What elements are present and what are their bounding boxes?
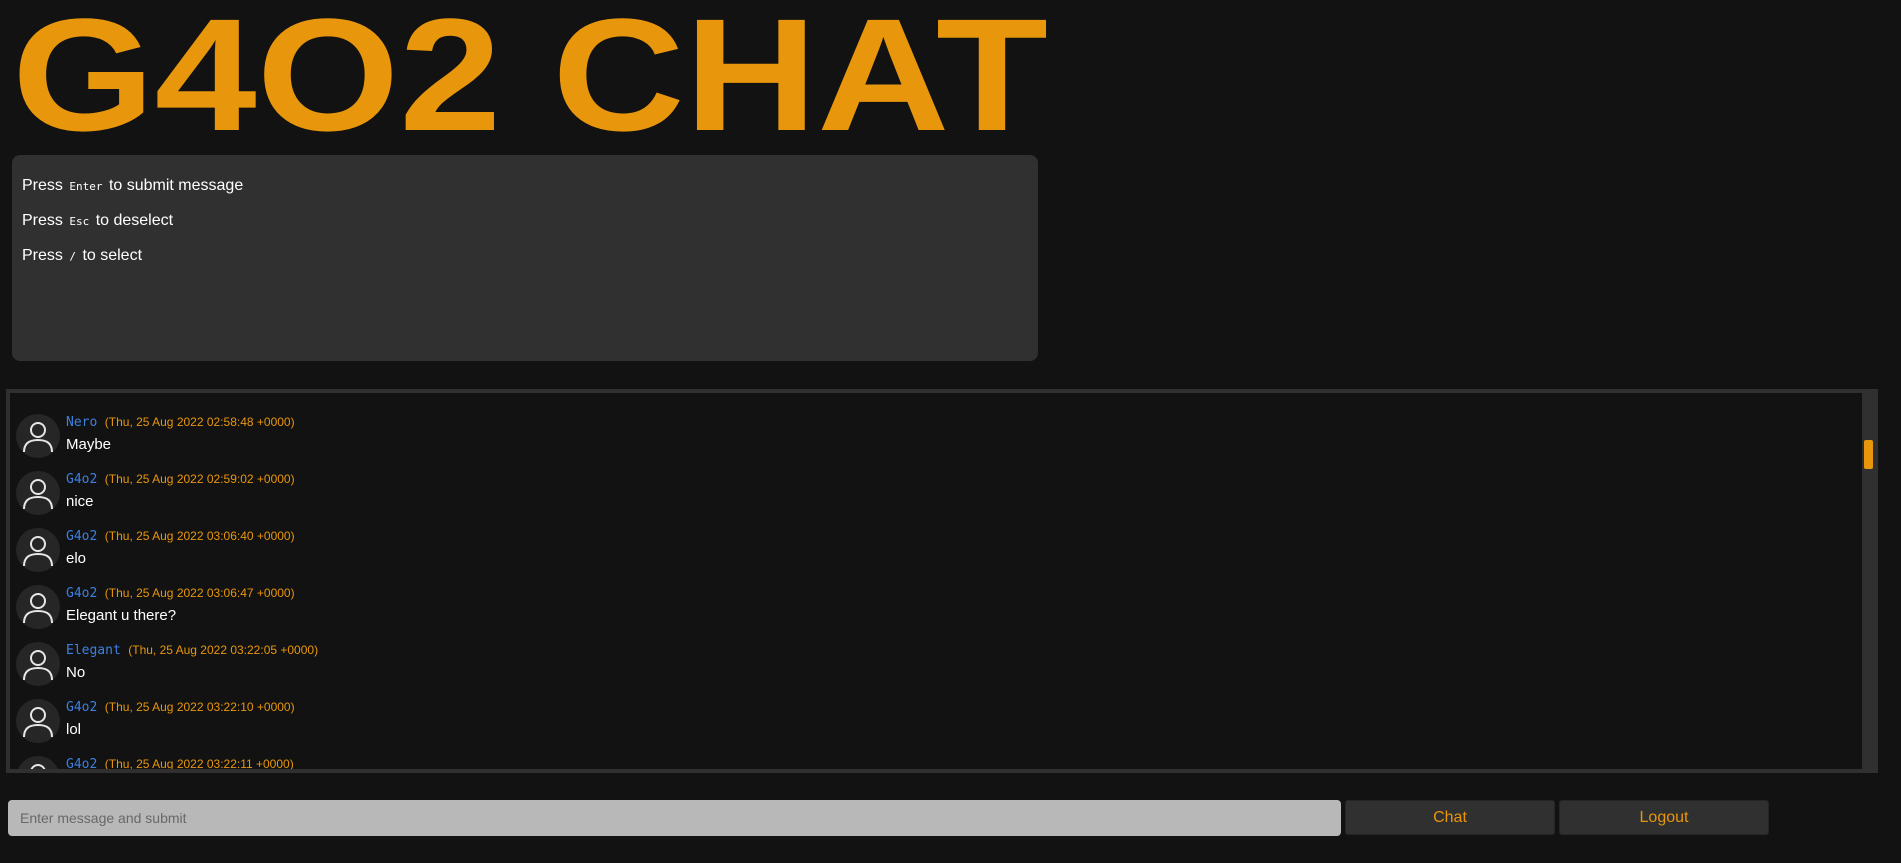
- message-username: G4o2: [66, 757, 98, 769]
- message-header: Nero (Thu, 25 Aug 2022 02:58:48 +0000): [66, 413, 295, 431]
- message-text: Elegant u there?: [66, 607, 177, 624]
- message-text: Maybe: [66, 436, 112, 453]
- message-header: G4o2 (Thu, 25 Aug 2022 03:22:11 +0000): [66, 755, 294, 769]
- user-icon: [16, 699, 60, 743]
- message-timestamp: (Thu, 25 Aug 2022 03:22:10 +0000): [104, 700, 295, 714]
- chat-message: G4o2 (Thu, 25 Aug 2022 03:22:11 +0000): [16, 745, 1862, 769]
- help-line-enter: Press Enter to submit message: [22, 177, 1028, 196]
- message-username: G4o2: [66, 472, 98, 487]
- message-timestamp: (Thu, 25 Aug 2022 03:22:11 +0000): [104, 757, 294, 769]
- message-username: G4o2: [66, 700, 98, 715]
- key-enter: Enter: [69, 180, 103, 193]
- message-timestamp: (Thu, 25 Aug 2022 02:59:02 +0000): [104, 472, 295, 486]
- message-header: G4o2 (Thu, 25 Aug 2022 03:06:40 +0000): [66, 527, 295, 545]
- message-header: G4o2 (Thu, 25 Aug 2022 03:06:47 +0000): [66, 584, 295, 602]
- help-prefix: Press: [22, 247, 63, 264]
- chat-message: G4o2 (Thu, 25 Aug 2022 03:06:40 +0000) e…: [16, 517, 1862, 574]
- chat-message: G4o2 (Thu, 25 Aug 2022 02:59:02 +0000) n…: [16, 460, 1862, 517]
- message-timestamp: (Thu, 25 Aug 2022 03:06:47 +0000): [104, 586, 295, 600]
- message-username: G4o2: [66, 529, 98, 544]
- message-username: Nero: [66, 415, 98, 430]
- help-line-slash: Press / to select: [22, 247, 1028, 266]
- logo-title: G4O2 CHAT: [12, 6, 1048, 136]
- help-prefix: Press: [22, 177, 63, 194]
- message-timestamp: (Thu, 25 Aug 2022 02:58:48 +0000): [104, 415, 295, 429]
- scrollbar-thumb[interactable]: [1864, 440, 1873, 469]
- user-icon: [16, 471, 60, 515]
- help-panel: Press Enter to submit message Press Esc …: [12, 155, 1038, 361]
- key-esc: Esc: [69, 215, 90, 228]
- logo-title-text: G4O2 CHAT: [12, 6, 1048, 136]
- message-header: G4o2 (Thu, 25 Aug 2022 03:22:10 +0000): [66, 698, 295, 716]
- help-line-esc: Press Esc to deselect: [22, 212, 1028, 231]
- user-icon: [16, 756, 60, 769]
- message-text: No: [66, 664, 86, 681]
- help-suffix: to deselect: [95, 212, 174, 229]
- user-icon: [16, 528, 60, 572]
- chat-scrollbar[interactable]: [1862, 393, 1874, 769]
- message-header: G4o2 (Thu, 25 Aug 2022 02:59:02 +0000): [66, 470, 295, 488]
- help-suffix: to select: [82, 247, 143, 264]
- chat-message: G4o2 (Thu, 25 Aug 2022 03:22:10 +0000) l…: [16, 688, 1862, 745]
- user-icon: [16, 642, 60, 686]
- user-icon: [16, 414, 60, 458]
- message-username: Elegant: [66, 643, 121, 658]
- message-username: G4o2: [66, 586, 98, 601]
- message-text: nice: [66, 493, 94, 510]
- help-suffix: to submit message: [108, 177, 244, 194]
- app-logo: G4O2 CHAT: [12, 6, 1052, 136]
- message-timestamp: (Thu, 25 Aug 2022 03:06:40 +0000): [104, 529, 295, 543]
- message-input[interactable]: [8, 800, 1341, 836]
- message-timestamp: (Thu, 25 Aug 2022 03:22:05 +0000): [128, 643, 319, 657]
- logout-button[interactable]: Logout: [1559, 800, 1769, 835]
- help-prefix: Press: [22, 212, 63, 229]
- message-text: elo: [66, 550, 87, 567]
- user-icon: [16, 585, 60, 629]
- key-slash: /: [69, 250, 76, 263]
- chat-page: G4O2 CHAT Press Enter to submit message …: [0, 0, 1901, 863]
- chat-message: Nero (Thu, 25 Aug 2022 02:58:48 +0000) M…: [16, 403, 1862, 460]
- message-text: lol: [66, 721, 82, 738]
- chat-message: Elegant (Thu, 25 Aug 2022 03:22:05 +0000…: [16, 631, 1862, 688]
- message-list: Nero (Thu, 25 Aug 2022 02:58:48 +0000) M…: [10, 393, 1862, 769]
- chat-message: G4o2 (Thu, 25 Aug 2022 03:06:47 +0000) E…: [16, 574, 1862, 631]
- message-header: Elegant (Thu, 25 Aug 2022 03:22:05 +0000…: [66, 641, 318, 659]
- chat-button[interactable]: Chat: [1345, 800, 1555, 835]
- chat-log[interactable]: Nero (Thu, 25 Aug 2022 02:58:48 +0000) M…: [6, 389, 1878, 773]
